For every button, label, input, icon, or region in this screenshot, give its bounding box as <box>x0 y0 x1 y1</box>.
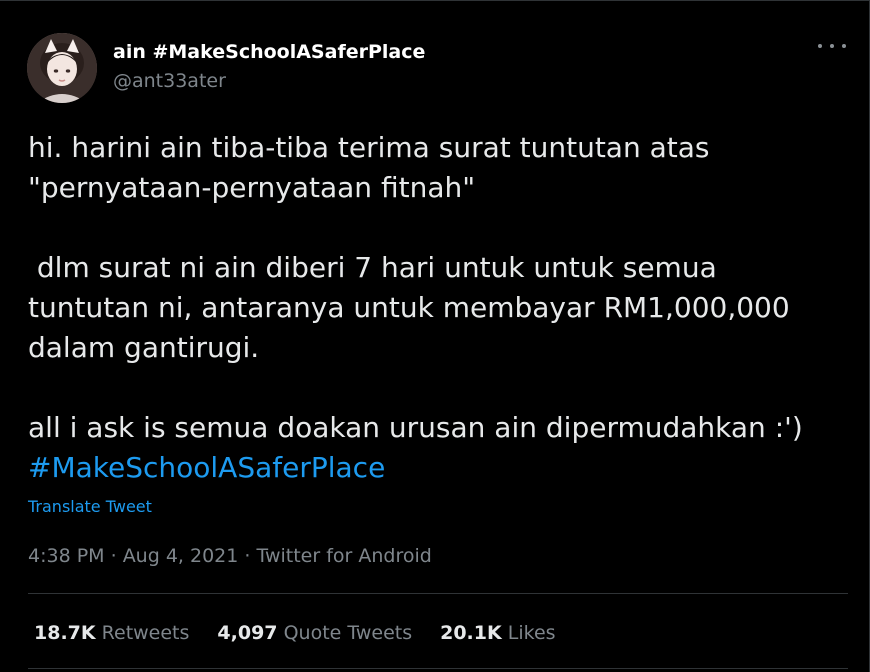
more-options-button[interactable] <box>818 37 846 55</box>
author-display-name[interactable]: ain #MakeSchoolASaferPlace <box>113 41 425 63</box>
quote-tweets-label: Quote Tweets <box>283 622 413 644</box>
tweet-text: hi. harini ain tiba-tiba terima surat tu… <box>28 128 848 488</box>
tweet-time[interactable]: 4:38 PM <box>28 545 105 567</box>
separator: · <box>104 545 123 567</box>
ellipsis-icon <box>818 44 822 48</box>
tweet-source[interactable]: Twitter for Android <box>256 545 431 567</box>
tweet-line: "pernyataan-pernyataan fitnah" <box>28 171 476 204</box>
retweets-stat[interactable]: 18.7K Retweets <box>34 622 189 644</box>
tweet-line: tuntutan ni, antaranya untuk membayar RM… <box>28 291 790 324</box>
likes-label: Likes <box>507 622 556 644</box>
quote-tweets-stat[interactable]: 4,097 Quote Tweets <box>217 622 412 644</box>
ellipsis-icon <box>830 44 834 48</box>
retweets-count: 18.7K <box>34 622 96 644</box>
tweet-line: dalam gantirugi. <box>28 331 260 364</box>
retweets-label: Retweets <box>101 622 190 644</box>
likes-count: 20.1K <box>440 622 502 644</box>
tweet-line: hi. harini ain tiba-tiba terima surat tu… <box>28 131 710 164</box>
author-handle[interactable]: @ant33ater <box>113 70 226 92</box>
avatar[interactable] <box>27 33 97 103</box>
ellipsis-icon <box>842 44 846 48</box>
hashtag-link[interactable]: #MakeSchoolASaferPlace <box>28 451 385 484</box>
tweet-stats: 18.7K Retweets 4,097 Quote Tweets 20.1K … <box>34 622 556 644</box>
translate-tweet-link[interactable]: Translate Tweet <box>28 497 152 516</box>
divider <box>28 593 848 594</box>
tweet-line: all i ask is semua doakan urusan ain dip… <box>28 411 803 444</box>
likes-stat[interactable]: 20.1K Likes <box>440 622 555 644</box>
top-border <box>0 0 870 1</box>
separator: · <box>238 545 257 567</box>
divider <box>28 668 848 669</box>
tweet-date[interactable]: Aug 4, 2021 <box>123 545 239 567</box>
tweet-line: dlm surat ni ain diberi 7 hari untuk unt… <box>28 251 717 284</box>
avatar-image <box>27 33 97 103</box>
tweet-meta: 4:38 PM · Aug 4, 2021 · Twitter for Andr… <box>28 545 432 567</box>
quote-tweets-count: 4,097 <box>217 622 278 644</box>
